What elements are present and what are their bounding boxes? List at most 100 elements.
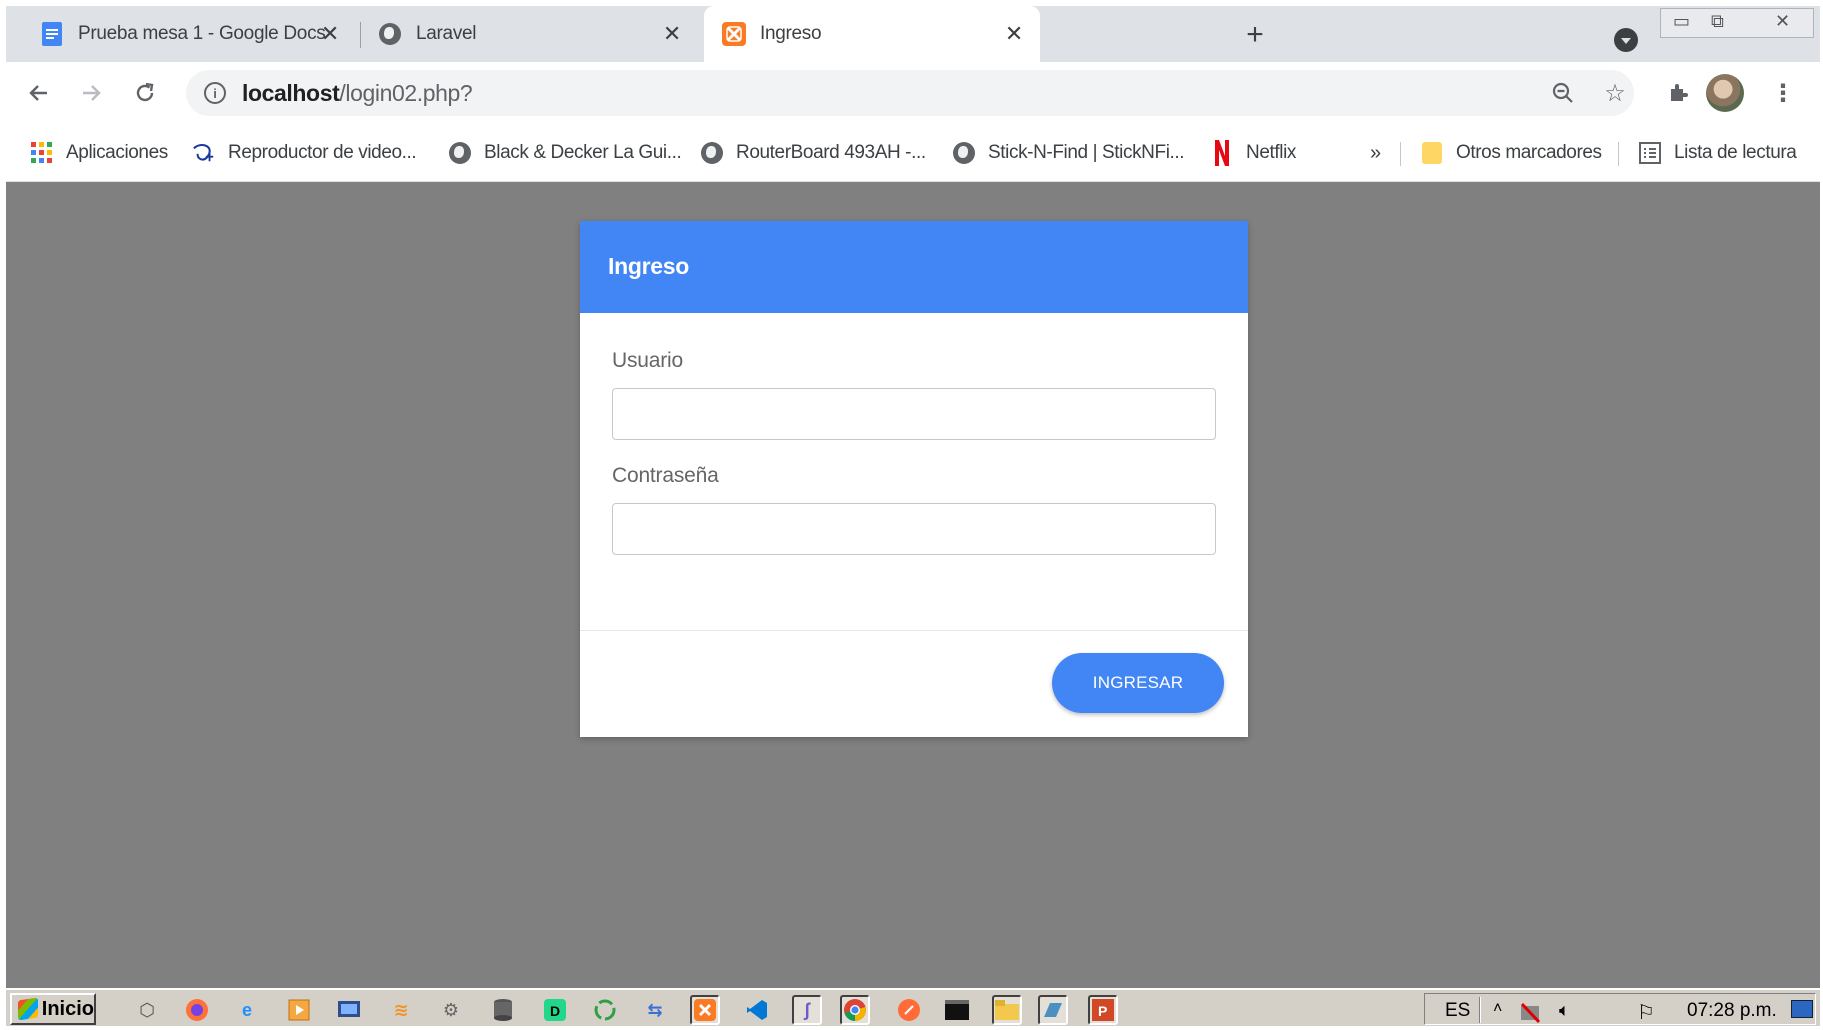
bookmark-label: Aplicaciones	[66, 142, 168, 163]
app-cube-icon[interactable]: ⬡	[132, 995, 162, 1025]
bookmark-netflix[interactable]: Netflix	[1210, 138, 1296, 168]
browser-toolbar: i localhost/login02.php? ☆ ⋮	[6, 62, 1820, 124]
ingresar-button[interactable]: INGRESAR	[1052, 653, 1224, 713]
minimize-icon[interactable]: ▭	[1673, 11, 1690, 32]
terminal-icon[interactable]	[942, 995, 972, 1025]
close-tab-icon[interactable]: ✕	[660, 21, 684, 46]
bookmark-routerboard[interactable]: RouterBoard 493AH -...	[700, 138, 926, 168]
url-host: localhost	[242, 80, 340, 106]
reading-list-button[interactable]: Lista de lectura	[1638, 138, 1797, 168]
tab-google-docs[interactable]: Prueba mesa 1 - Google Docs ✕	[6, 6, 356, 62]
bookmark-label: Reproductor de video...	[228, 142, 417, 163]
network-icon[interactable]: ⇆	[640, 995, 670, 1025]
vscode-icon[interactable]	[742, 995, 772, 1025]
bookmark-separator	[1400, 142, 1401, 166]
close-tab-icon[interactable]: ✕	[1002, 21, 1026, 46]
bookmark-aplicaciones[interactable]: Aplicaciones	[30, 138, 168, 168]
bookmarks-overflow-button[interactable]: »	[1370, 138, 1381, 168]
start-button[interactable]: Inicio	[10, 993, 96, 1025]
powerpoint-icon[interactable]: P	[1088, 995, 1118, 1025]
postman-icon[interactable]	[894, 995, 924, 1025]
user-label: Usuario	[612, 349, 683, 372]
zoom-icon[interactable]	[1550, 80, 1576, 106]
url-path: /login02.php?	[339, 80, 473, 106]
reload-button[interactable]	[128, 76, 162, 110]
tab-search-icon[interactable]	[1614, 28, 1638, 52]
windows-logo-icon	[18, 997, 38, 1021]
chrome-icon[interactable]	[840, 995, 870, 1025]
bookmark-reproductor[interactable]: Reproductor de video...	[192, 138, 417, 168]
bookmark-stick-n-find[interactable]: Stick-N-Find | StickNFi...	[952, 138, 1185, 168]
user-input[interactable]	[612, 388, 1216, 440]
bookmark-label: Lista de lectura	[1674, 142, 1797, 163]
bookmark-label: RouterBoard 493AH -...	[736, 142, 926, 163]
network-tool-icon[interactable]: ⚙	[436, 995, 466, 1025]
app-s-icon[interactable]: ʃ	[792, 995, 822, 1025]
back-arrow-icon	[29, 85, 47, 101]
profile-avatar[interactable]	[1706, 74, 1744, 112]
file-explorer-icon[interactable]	[992, 995, 1022, 1025]
xampp-taskbar-icon[interactable]	[690, 995, 720, 1025]
bookmark-black-decker[interactable]: Black & Decker La Gui...	[448, 138, 682, 168]
clock[interactable]: 07:28 p.m.	[1687, 1000, 1777, 1022]
bookmark-label: Stick-N-Find | StickNFi...	[988, 142, 1185, 163]
page-content: Ingreso Usuario Contraseña INGRESAR	[6, 182, 1820, 994]
password-input[interactable]	[612, 503, 1216, 555]
menu-kebab-icon[interactable]: ⋮	[1766, 76, 1800, 110]
reading-list-icon	[1638, 141, 1662, 165]
svg-text:P: P	[1098, 1003, 1107, 1019]
url-text: localhost/login02.php?	[242, 80, 473, 107]
media-player-icon[interactable]	[284, 995, 314, 1025]
bookmarks-bar: Aplicaciones Reproductor de video... Bla…	[6, 124, 1820, 182]
close-window-icon[interactable]: ✕	[1775, 11, 1790, 32]
card-title: Ingreso	[608, 253, 689, 279]
svg-text:D: D	[550, 1003, 560, 1019]
back-button[interactable]	[22, 76, 56, 110]
reload-icon	[136, 82, 154, 102]
new-tab-button[interactable]: +	[1240, 18, 1270, 51]
remote-desktop-icon[interactable]	[334, 995, 364, 1025]
firefox-icon[interactable]	[182, 995, 212, 1025]
os-taskbar: Inicio ⬡ e ≋ ⚙ D ⇆ ʃ P ES ˄ 🔈︎ ⚐ 07:28 p…	[6, 988, 1820, 1026]
bookmark-label: Black & Decker La Gui...	[484, 142, 682, 163]
system-tray: ES ˄ 🔈︎ ⚐ 07:28 p.m.	[1424, 993, 1816, 1025]
notepad-icon[interactable]	[1038, 995, 1068, 1025]
restore-icon[interactable]: ⧉	[1711, 11, 1724, 32]
volume-icon[interactable]: 🔈︎	[1559, 1000, 1570, 1021]
internet-explorer-icon[interactable]: e	[232, 995, 262, 1025]
bookmark-star-icon[interactable]: ☆	[1602, 80, 1628, 107]
card-header: Ingreso	[580, 221, 1248, 313]
bookmark-label: Netflix	[1246, 142, 1296, 163]
app-d-icon[interactable]: D	[540, 995, 570, 1025]
tab-strip: Prueba mesa 1 - Google Docs ✕ Laravel ✕ …	[6, 6, 1820, 62]
window-controls: ▭ ⧉ ✕	[1660, 8, 1814, 38]
address-bar[interactable]: i localhost/login02.php? ☆	[186, 70, 1634, 116]
database-icon[interactable]	[488, 995, 518, 1025]
forward-arrow-icon	[83, 85, 101, 101]
browser-window: Prueba mesa 1 - Google Docs ✕ Laravel ✕ …	[6, 6, 1820, 1026]
bookmark-otros-marcadores[interactable]: Otros marcadores	[1420, 138, 1602, 168]
login-card: Ingreso Usuario Contraseña INGRESAR	[580, 221, 1248, 737]
apps-grid-icon	[30, 141, 54, 165]
extensions-icon[interactable]	[1662, 76, 1696, 110]
tray-expand-icon[interactable]: ˄	[1493, 1000, 1502, 1018]
site-info-icon[interactable]: i	[204, 82, 226, 104]
language-indicator[interactable]: ES	[1445, 1000, 1470, 1022]
password-label: Contraseña	[612, 464, 719, 487]
action-center-flag-icon[interactable]: ⚐	[1637, 1000, 1655, 1025]
forward-button[interactable]	[74, 76, 108, 110]
java-icon[interactable]: ≋	[386, 995, 416, 1025]
globe-icon	[952, 141, 976, 165]
sync-icon[interactable]	[590, 995, 620, 1025]
start-label: Inicio	[41, 997, 94, 1020]
tab-title: Prueba mesa 1 - Google Docs	[78, 23, 326, 44]
show-desktop-icon[interactable]	[1791, 1000, 1813, 1018]
bookmark-label: Otros marcadores	[1456, 142, 1602, 163]
tab-ingreso[interactable]: Ingreso ✕	[704, 6, 1040, 62]
folder-icon	[1420, 141, 1444, 165]
tab-laravel[interactable]: Laravel ✕	[344, 6, 698, 62]
globe-icon	[448, 141, 472, 165]
netflix-icon	[1210, 140, 1234, 166]
close-tab-icon[interactable]: ✕	[318, 21, 342, 46]
card-divider	[580, 630, 1248, 631]
